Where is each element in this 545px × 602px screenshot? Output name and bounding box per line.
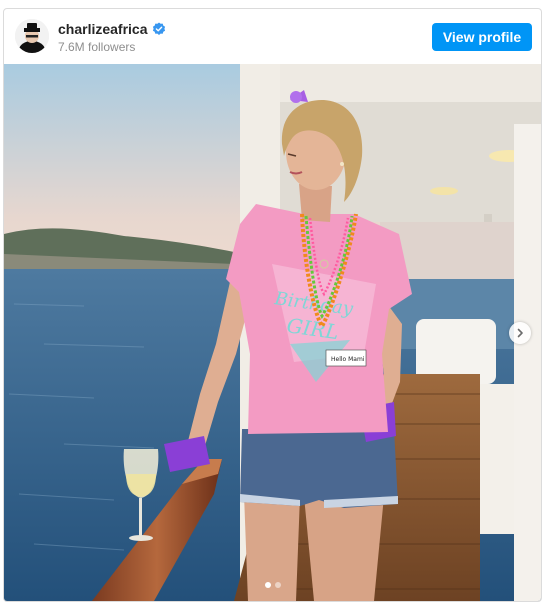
- view-profile-button[interactable]: View profile: [432, 23, 532, 51]
- name-tag: Hello Mami: [331, 356, 365, 363]
- avatar[interactable]: [15, 19, 49, 53]
- verified-badge-icon: [152, 22, 166, 36]
- carousel-dot-1[interactable]: [264, 582, 271, 588]
- username[interactable]: charlizeafrica: [58, 21, 148, 37]
- instagram-embed-card: charlizeafrica 7.6M followers View profi…: [3, 8, 542, 602]
- post-photo[interactable]: Birthday GIRL Hello Mami: [4, 64, 541, 601]
- chevron-right-icon: [517, 328, 523, 338]
- carousel-indicator: [4, 582, 541, 588]
- next-slide-button[interactable]: [509, 322, 531, 344]
- followers-count: 7.6M followers: [58, 40, 136, 54]
- photo-illustration: Birthday GIRL Hello Mami: [4, 64, 541, 601]
- carousel-dot-2[interactable]: [274, 582, 281, 588]
- post-header: charlizeafrica 7.6M followers View profi…: [4, 9, 541, 64]
